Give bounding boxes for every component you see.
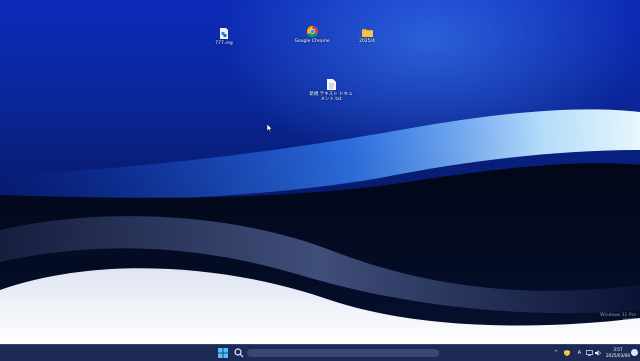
- registry-file-icon: [220, 28, 228, 39]
- taskbar-clock[interactable]: 3:57 2025/03/06: [606, 347, 630, 358]
- desktop-icon-folder[interactable]: 2025/4: [343, 28, 391, 44]
- notification-center-icon[interactable]: [631, 349, 638, 356]
- desktop-icon-label: Google Chrome: [294, 39, 330, 44]
- chrome-icon: [306, 26, 318, 37]
- volume-icon[interactable]: [595, 350, 602, 356]
- show-hidden-icons-chevron[interactable]: ^: [554, 348, 558, 358]
- desktop-icon-label: 新規 テキスト ドキュ メント.txt: [309, 92, 353, 102]
- folder-icon: [361, 29, 373, 37]
- desktop-icon-google-chrome[interactable]: Google Chrome: [288, 26, 336, 44]
- desktop-icon-text-file[interactable]: 新規 テキスト ドキュ メント.txt: [307, 79, 355, 102]
- ime-indicator[interactable]: A: [578, 348, 581, 358]
- watermark-line: Windows 11 Pro: [600, 313, 636, 318]
- search-icon[interactable]: [234, 348, 244, 358]
- text-file-icon: [326, 79, 336, 90]
- taskbar-search-box[interactable]: [247, 349, 439, 357]
- desktop-icon-label: 777.reg: [215, 41, 233, 46]
- watermark-line: 評価版: [622, 318, 637, 324]
- desktop-icon-reg-file[interactable]: 777.reg: [200, 28, 248, 46]
- windows-start-icon[interactable]: [218, 348, 228, 358]
- activation-watermark: Windows 11 Pro 評価版: [600, 313, 636, 324]
- desktop[interactable]: 777.reg Google Chrome 2025/4 新規 テキスト ドキュ…: [0, 0, 640, 344]
- clock-date: 2025/03/06: [605, 352, 630, 358]
- security-shield-icon[interactable]: [564, 350, 570, 356]
- taskbar: ^ A 3:57 2025/03/06: [0, 344, 640, 361]
- desktop-icon-label: 2025/4: [359, 39, 375, 44]
- network-icon[interactable]: [586, 350, 593, 356]
- mouse-cursor-icon: [267, 124, 273, 132]
- wallpaper: [0, 109, 640, 344]
